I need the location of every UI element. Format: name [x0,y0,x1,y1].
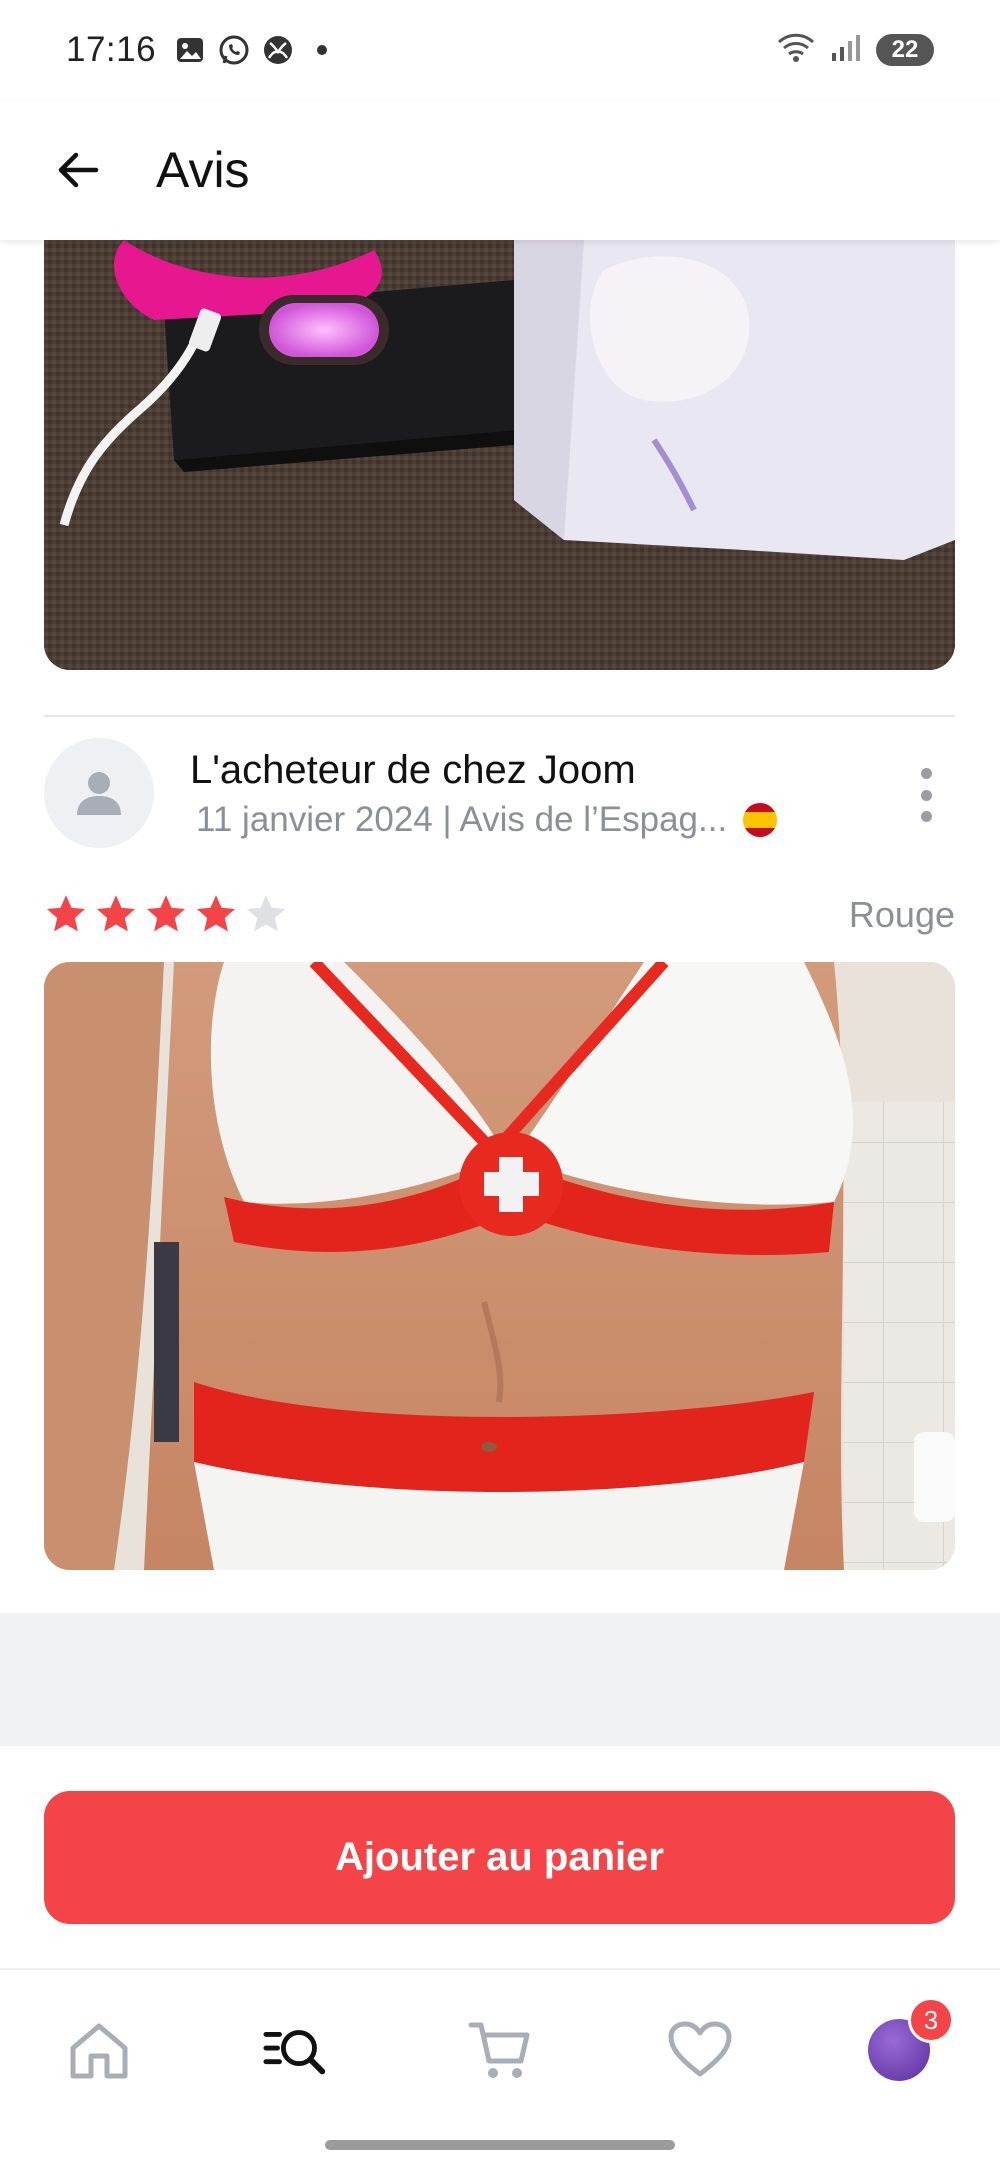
home-icon [70,2023,128,2079]
nav-home[interactable] [64,2015,134,2085]
star-empty-icon [246,895,286,932]
reviews-list[interactable]: L'acheteur de chez Joom 11 janvier 2024 … [0,240,1000,1613]
more-options-button[interactable] [911,768,941,822]
heart-icon [668,2021,732,2077]
xbox-icon [262,34,294,66]
app-header: Avis [0,100,1000,240]
add-to-cart-button[interactable]: Ajouter au panier [44,1791,955,1924]
more-vertical-icon [920,768,932,779]
wifi-icon [776,32,816,69]
nav-catalog[interactable] [262,2015,332,2085]
review-date-origin: 11 janvier 2024 | Avis de l’Espag... [196,800,728,839]
cart-icon [468,2022,530,2078]
reviewer-avatar [44,738,154,848]
review-photo-2[interactable] [44,962,955,1570]
star-filled-icon [46,895,86,932]
notification-badge: 3 [908,1997,954,2043]
variant-label: Rouge [848,894,955,935]
review-header: L'acheteur de chez Joom 11 janvier 2024 … [44,738,955,848]
home-indicator[interactable] [325,2140,675,2150]
star-rating [44,892,955,936]
battery-indicator: 22 [876,34,934,66]
review-divider [44,715,955,717]
status-right: 22 [776,32,934,69]
nav-profile[interactable]: 3 [864,1997,954,2085]
signal-icon [830,33,862,68]
section-separator [0,1613,1000,1746]
bottom-navigation: 3 [0,1968,1000,2167]
gallery-icon [174,34,206,66]
dot-icon [306,34,338,66]
page-title: Avis [156,142,250,198]
review-meta: 11 janvier 2024 | Avis de l’Espag... [196,800,778,840]
status-time: 17:16 [66,30,157,69]
back-button[interactable] [50,142,106,198]
star-filled-icon [96,895,136,932]
review-photo-1[interactable] [44,240,955,670]
spain-flag-icon [743,803,778,837]
search-catalog-icon [263,2030,326,2075]
cta-container: Ajouter au panier [44,1791,955,1924]
nav-favorites[interactable] [665,2015,735,2085]
person-icon [77,772,121,815]
whatsapp-icon [218,34,250,66]
back-arrow-icon [58,152,99,188]
reviewer-name: L'acheteur de chez Joom [190,748,636,792]
nav-cart[interactable] [465,2015,535,2085]
rating-row: Rouge [44,892,955,942]
star-filled-icon [196,895,236,932]
profile-avatar: 3 [868,1997,954,2081]
status-bar: 17:16 22 [0,0,1000,100]
notification-icons [174,34,338,66]
star-filled-icon [146,895,186,932]
